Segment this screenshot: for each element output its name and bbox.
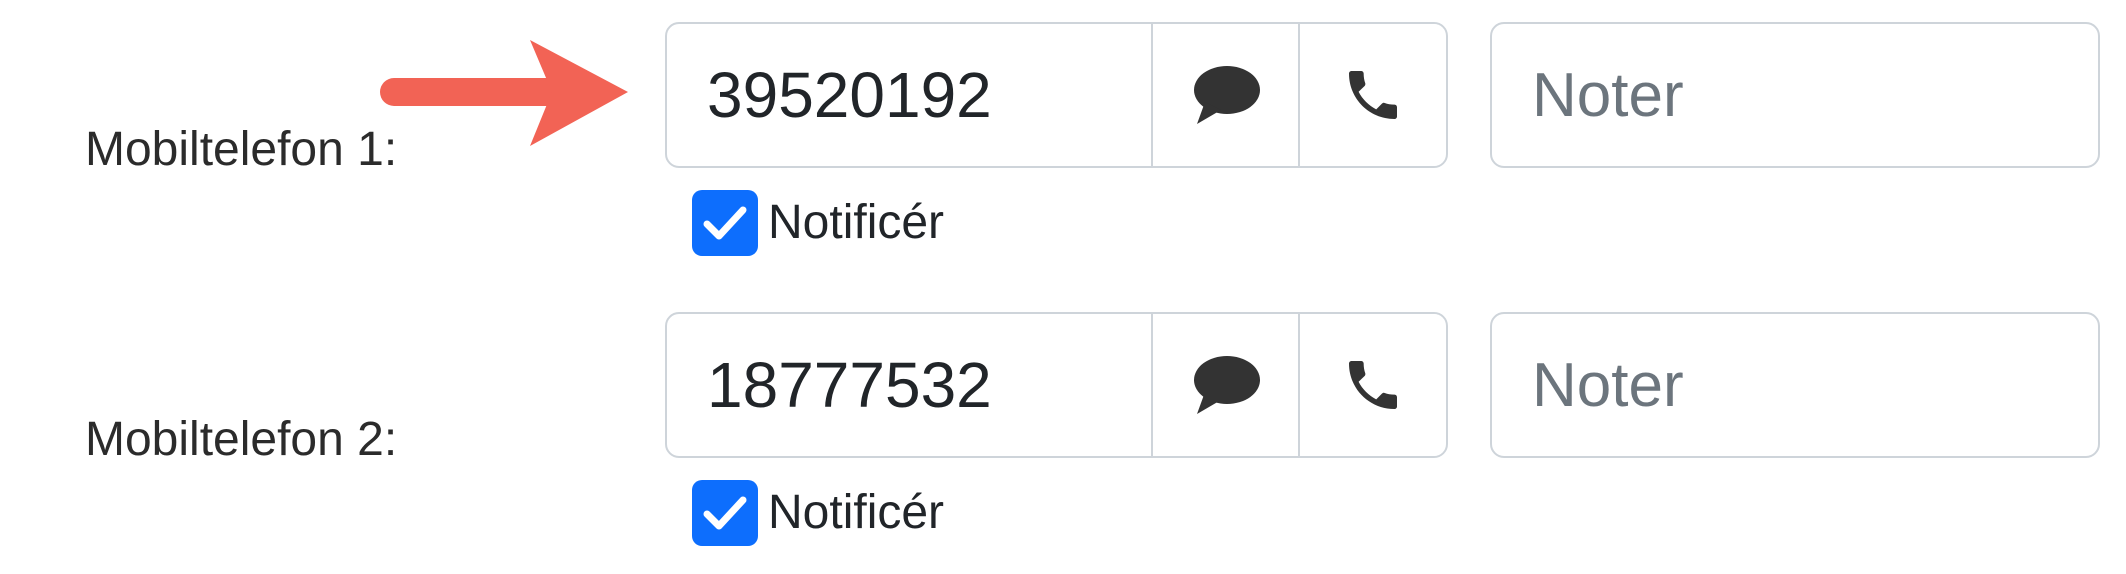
mobile-phone-2-input-group bbox=[665, 312, 1448, 458]
notify-checkbox-2[interactable] bbox=[692, 480, 758, 546]
notify-label-2[interactable]: Notificér bbox=[768, 483, 944, 543]
note-input-1[interactable] bbox=[1490, 22, 2100, 168]
mobile-phone-2-input[interactable] bbox=[667, 314, 1151, 456]
note-input-2[interactable] bbox=[1490, 312, 2100, 458]
speech-bubble-icon bbox=[1193, 356, 1260, 414]
phone-row-1: Mobiltelefon 1: Notificér bbox=[0, 0, 2126, 260]
notify-checkbox-1[interactable] bbox=[692, 190, 758, 256]
notify-option-2: Notificér bbox=[692, 478, 944, 548]
call-button-1[interactable] bbox=[1298, 24, 1445, 166]
call-button-2[interactable] bbox=[1298, 314, 1445, 456]
phone-row-2: Mobiltelefon 2: Notificér bbox=[0, 290, 2126, 550]
send-sms-button-1[interactable] bbox=[1151, 24, 1298, 166]
checkmark-icon bbox=[703, 496, 747, 530]
notify-option-1: Notificér bbox=[692, 188, 944, 258]
checkmark-icon bbox=[703, 206, 747, 240]
notify-label-1[interactable]: Notificér bbox=[768, 193, 944, 253]
arrow-right-icon bbox=[380, 40, 628, 146]
phone-icon bbox=[1348, 71, 1397, 119]
phone-icon bbox=[1348, 361, 1397, 409]
mobile-phone-1-input-group bbox=[665, 22, 1448, 168]
mobile-phone-2-label: Mobiltelefon 2: bbox=[85, 413, 398, 466]
mobile-phone-1-input[interactable] bbox=[667, 24, 1151, 166]
send-sms-button-2[interactable] bbox=[1151, 314, 1298, 456]
mobile-phone-1-label: Mobiltelefon 1: bbox=[85, 123, 398, 176]
speech-bubble-icon bbox=[1193, 66, 1260, 124]
